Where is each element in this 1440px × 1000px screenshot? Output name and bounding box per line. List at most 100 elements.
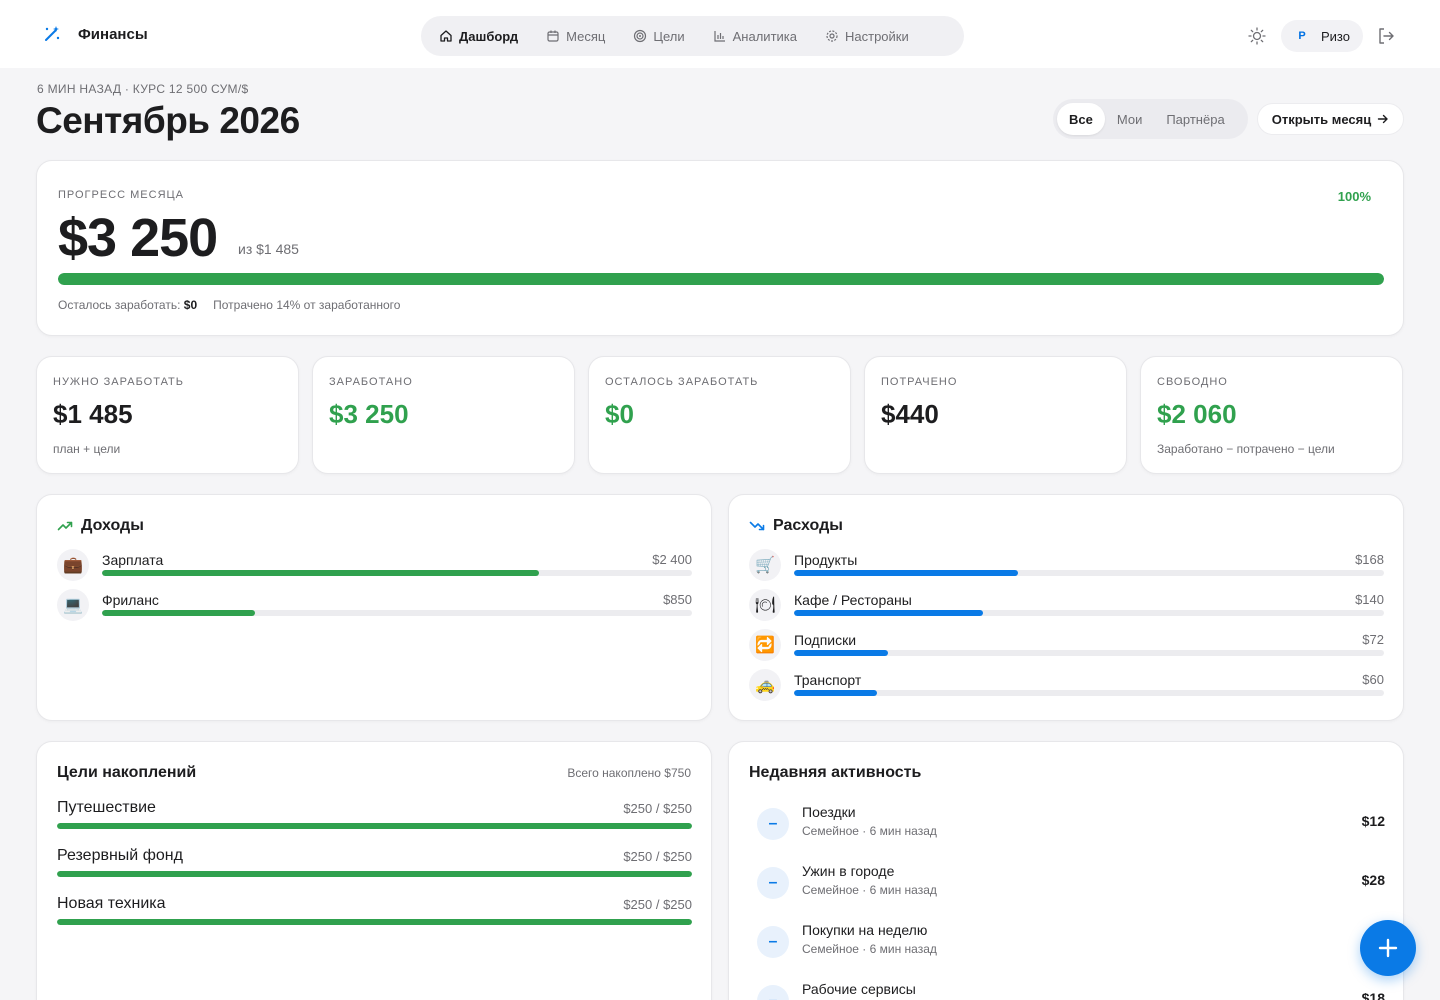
open-month-label: Открыть месяц [1271,111,1372,127]
stat-value: $3 250 [329,399,409,429]
row-bar-fill [102,570,539,576]
stat-note: Заработано − потрачено − цели [1157,442,1335,456]
user-menu[interactable]: Р Ризо [1281,20,1363,52]
owner-filter: Все Мои Партнёра [1053,99,1248,139]
filter-all[interactable]: Все [1057,103,1105,135]
row-amount: $140 [1355,592,1384,607]
goal-bar [57,871,692,877]
recent-activity-card: Недавняя активность – Поездки Семейное ·… [728,741,1404,1000]
row-name: Транспорт [794,672,862,688]
expenses-card: Расходы 🛒 Продукты $168 🍽 Кафе / Рестора… [728,494,1404,721]
row-bar [794,610,1384,616]
calendar-icon [547,30,559,42]
nav-item-analytics[interactable]: Аналитика [699,20,811,52]
add-transaction-button[interactable] [1360,920,1416,976]
goal-name: Новая техника [57,895,166,912]
activity-amount: $18 [1361,990,1385,1000]
arrow-right-icon [1378,114,1388,124]
activity-name: Поездки [802,804,856,820]
progress-target: из $1 485 [238,241,299,257]
goal-amount: $250 / $250 [623,897,692,912]
stat-card-spent: ПОТРАЧЕНО $440 [864,356,1127,474]
minus-icon: – [757,867,789,899]
brand[interactable]: Финансы [42,24,148,44]
row-amount: $60 [1362,672,1384,687]
income-header: Доходы [57,517,144,535]
expense-row[interactable]: 🍽 Кафе / Рестораны $140 [749,589,1384,625]
nav-item-label: Месяц [566,28,606,44]
expenses-header: Расходы [749,517,843,535]
activity-name: Рабочие сервисы [802,981,916,997]
remaining-value: $0 [183,298,198,312]
row-name: Кафе / Рестораны [794,592,912,608]
cart-icon: 🛒 [749,549,781,581]
stat-value: $0 [605,399,634,429]
progress-amount: $3 250 [58,208,218,268]
stat-value: $440 [881,399,939,429]
activity-item[interactable]: – Ужин в городе Семейное · 6 мин назад $… [757,863,1385,907]
activity-item[interactable]: – Поездки Семейное · 6 мин назад $12 [757,804,1385,848]
stat-card-need: НУЖНО ЗАРАБОТАТЬ $1 485 план + цели [36,356,299,474]
income-row[interactable]: 💻 Фриланс $850 [57,589,692,625]
activity-amount: $28 [1361,872,1385,888]
minus-icon: – [757,985,789,1000]
expense-row[interactable]: 🛒 Продукты $168 [749,549,1384,585]
plus-icon [1378,938,1398,958]
stat-card-remaining: ОСТАЛОСЬ ЗАРАБОТАТЬ $0 [588,356,851,474]
taxi-icon: 🚕 [749,669,781,701]
row-bar [794,570,1384,576]
bar-chart-icon [714,31,725,42]
spent-note: Потрачено 14% от заработанного [213,298,401,312]
activity-item[interactable]: – Рабочие сервисы $18 [757,981,1385,1000]
row-amount: $850 [663,592,692,607]
trend-down-icon [749,521,765,531]
goal-name: Резервный фонд [57,847,183,864]
stat-label: ОСТАЛОСЬ ЗАРАБОТАТЬ [605,376,759,388]
activity-item[interactable]: – Покупки на неделю Семейное · 6 мин наз… [757,922,1385,966]
main-nav: Дашборд Месяц Цели Аналитика Настройки [421,16,964,56]
filter-partner[interactable]: Партнёра [1154,103,1236,135]
progress-label: ПРОГРЕСС МЕСЯЦА [58,189,184,201]
stat-value: $2 060 [1157,399,1237,429]
row-bar-fill [794,690,877,696]
stat-value: $1 485 [53,399,133,429]
open-month-button[interactable]: Открыть месяц [1257,103,1404,135]
expense-row[interactable]: 🚕 Транспорт $60 [749,669,1384,705]
laptop-icon: 💻 [57,589,89,621]
goal-item[interactable]: Путешествие $250 / $250 [57,799,692,833]
goal-item[interactable]: Резервный фонд $250 / $250 [57,847,692,881]
month-progress-card: ПРОГРЕСС МЕСЯЦА 100% $3 250 из $1 485 Ос… [36,160,1404,336]
home-icon [440,30,452,42]
nav-item-goals[interactable]: Цели [619,20,698,52]
nav-item-dashboard[interactable]: Дашборд [425,20,532,52]
row-bar [794,650,1384,656]
row-bar [794,690,1384,696]
progress-bar [58,273,1384,285]
goal-bar [57,823,692,829]
trend-up-icon [57,521,73,531]
expense-row[interactable]: 🔁 Подписки $72 [749,629,1384,665]
top-bar: Финансы Дашборд Месяц Цели Аналитика Нас… [0,0,1440,68]
app-name: Финансы [78,25,148,43]
activity-name: Покупки на неделю [802,922,928,938]
stat-label: СВОБОДНО [1157,376,1228,388]
nav-item-settings[interactable]: Настройки [811,20,923,52]
row-amount: $2 400 [652,552,692,567]
nav-item-month[interactable]: Месяц [532,20,619,52]
plate-icon: 🍽 [749,589,781,621]
sun-icon[interactable] [1247,26,1267,46]
activity-name: Ужин в городе [802,863,895,879]
goal-bar-fill [57,871,692,877]
minus-icon: – [757,926,789,958]
activity-amount: $12 [1361,813,1385,829]
logout-icon[interactable] [1376,26,1396,46]
filter-mine[interactable]: Мои [1105,103,1154,135]
goals-title: Цели накоплений [57,764,197,781]
row-bar-fill [794,610,983,616]
income-title: Доходы [81,517,144,534]
activity-meta: Семейное · 6 мин назад [802,942,937,956]
gear-icon [826,30,838,42]
stat-card-free: СВОБОДНО $2 060 Заработано − потрачено −… [1140,356,1403,474]
income-row[interactable]: 💼 Зарплата $2 400 [57,549,692,585]
goal-item[interactable]: Новая техника $250 / $250 [57,895,692,929]
